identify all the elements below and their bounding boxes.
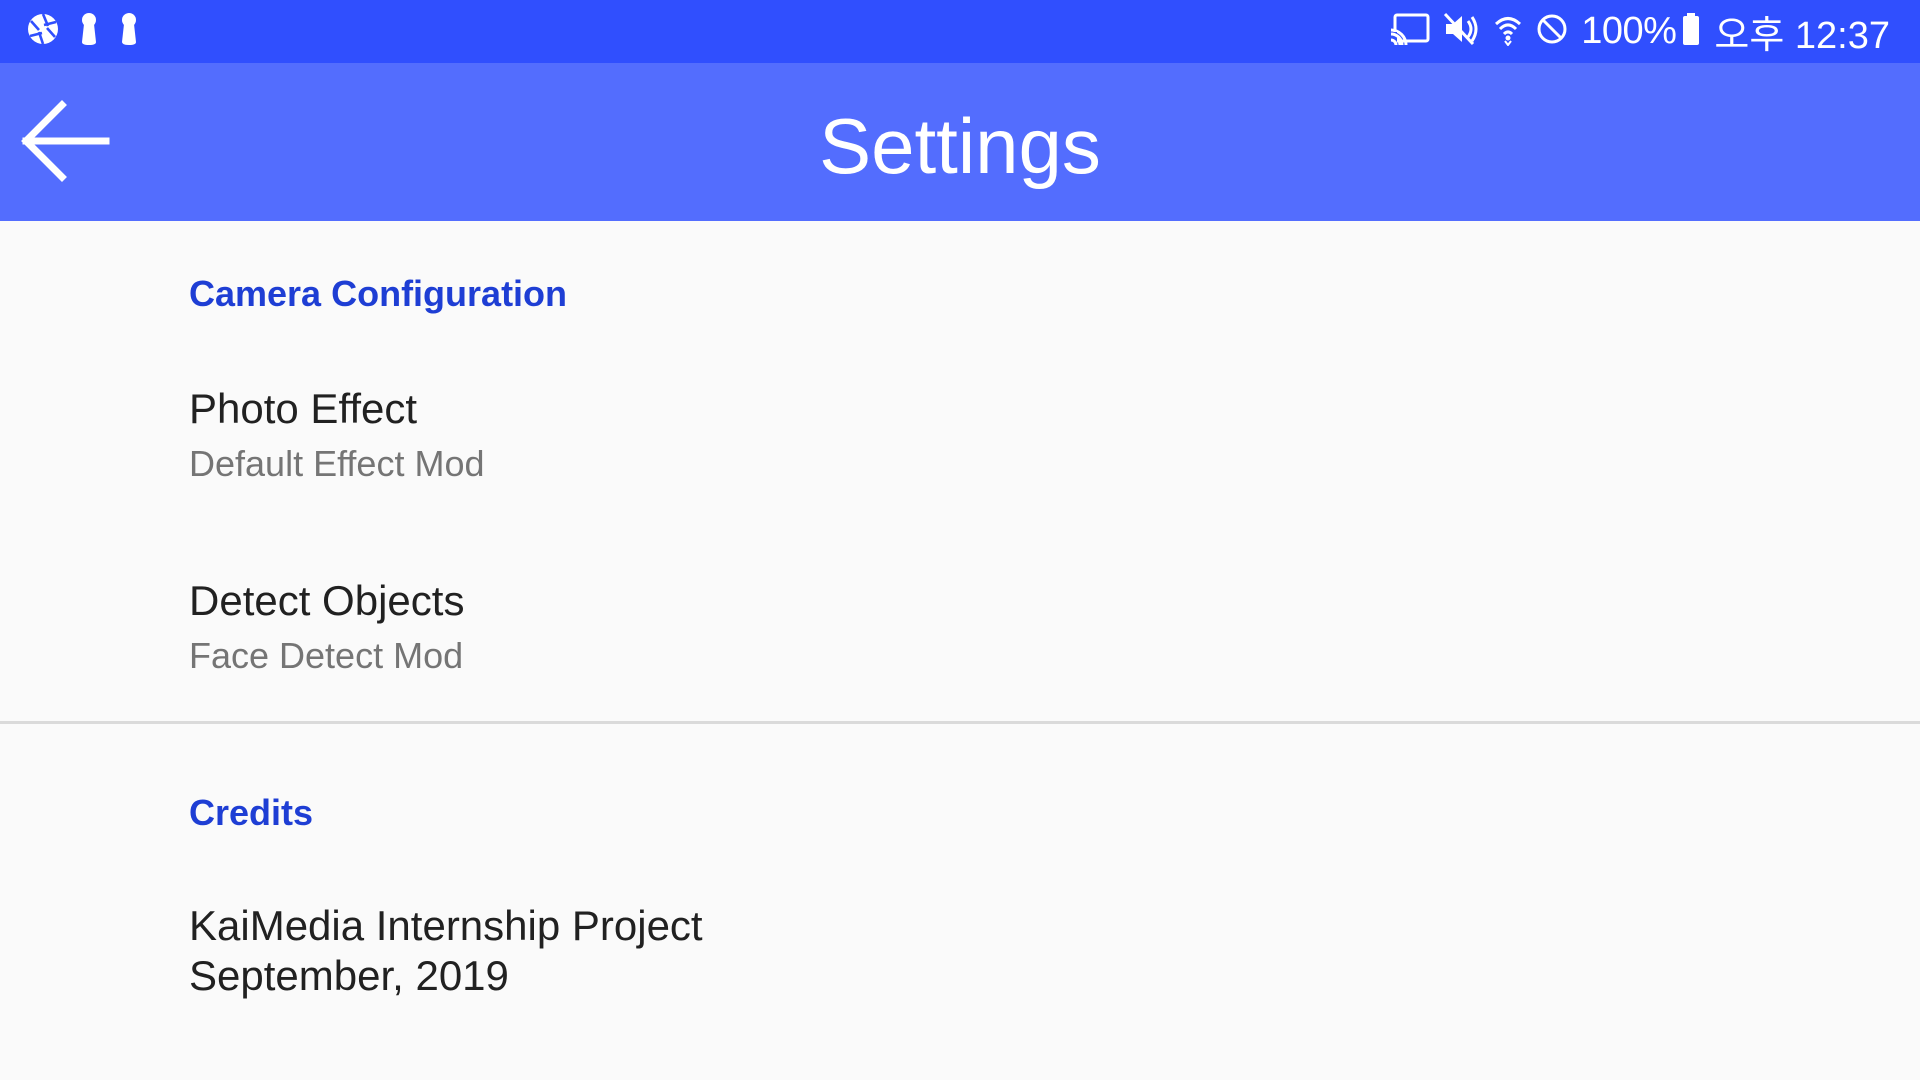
credits-info: KaiMedia Internship Project September, 2… xyxy=(189,901,703,1001)
keyhole-icon xyxy=(78,12,100,51)
status-clock: 오후 12:37 xyxy=(1714,15,1890,57)
app-bar: Settings xyxy=(0,63,1920,221)
battery-percent: 100% xyxy=(1581,10,1677,52)
status-bar: 100% 오후 12:37 xyxy=(0,0,1920,63)
category-camera-configuration: Camera Configuration xyxy=(189,273,568,314)
pref-detect-objects[interactable]: Detect Objects Face Detect Mod xyxy=(189,577,464,677)
do-not-disturb-icon xyxy=(1535,12,1569,51)
pref-photo-effect[interactable]: Photo Effect Default Effect Mod xyxy=(189,385,485,485)
aperture-icon xyxy=(26,12,60,51)
page-title: Settings xyxy=(819,102,1101,190)
wifi-icon xyxy=(1493,12,1523,51)
credits-line-2: September, 2019 xyxy=(189,952,509,999)
mute-icon xyxy=(1443,12,1481,51)
pref-title: Detect Objects xyxy=(189,577,465,624)
cast-icon xyxy=(1389,12,1431,51)
status-left xyxy=(26,12,158,51)
status-right: 100% 오후 12:37 xyxy=(1377,4,1890,59)
battery-icon xyxy=(1682,12,1700,51)
credits-line-1: KaiMedia Internship Project xyxy=(189,902,703,949)
pref-summary: Face Detect Mod xyxy=(189,635,464,676)
keyhole-icon xyxy=(118,12,140,51)
pref-title: Photo Effect xyxy=(189,385,418,432)
pref-summary: Default Effect Mod xyxy=(189,443,485,484)
category-credits: Credits xyxy=(189,792,314,833)
section-divider xyxy=(0,721,1920,724)
